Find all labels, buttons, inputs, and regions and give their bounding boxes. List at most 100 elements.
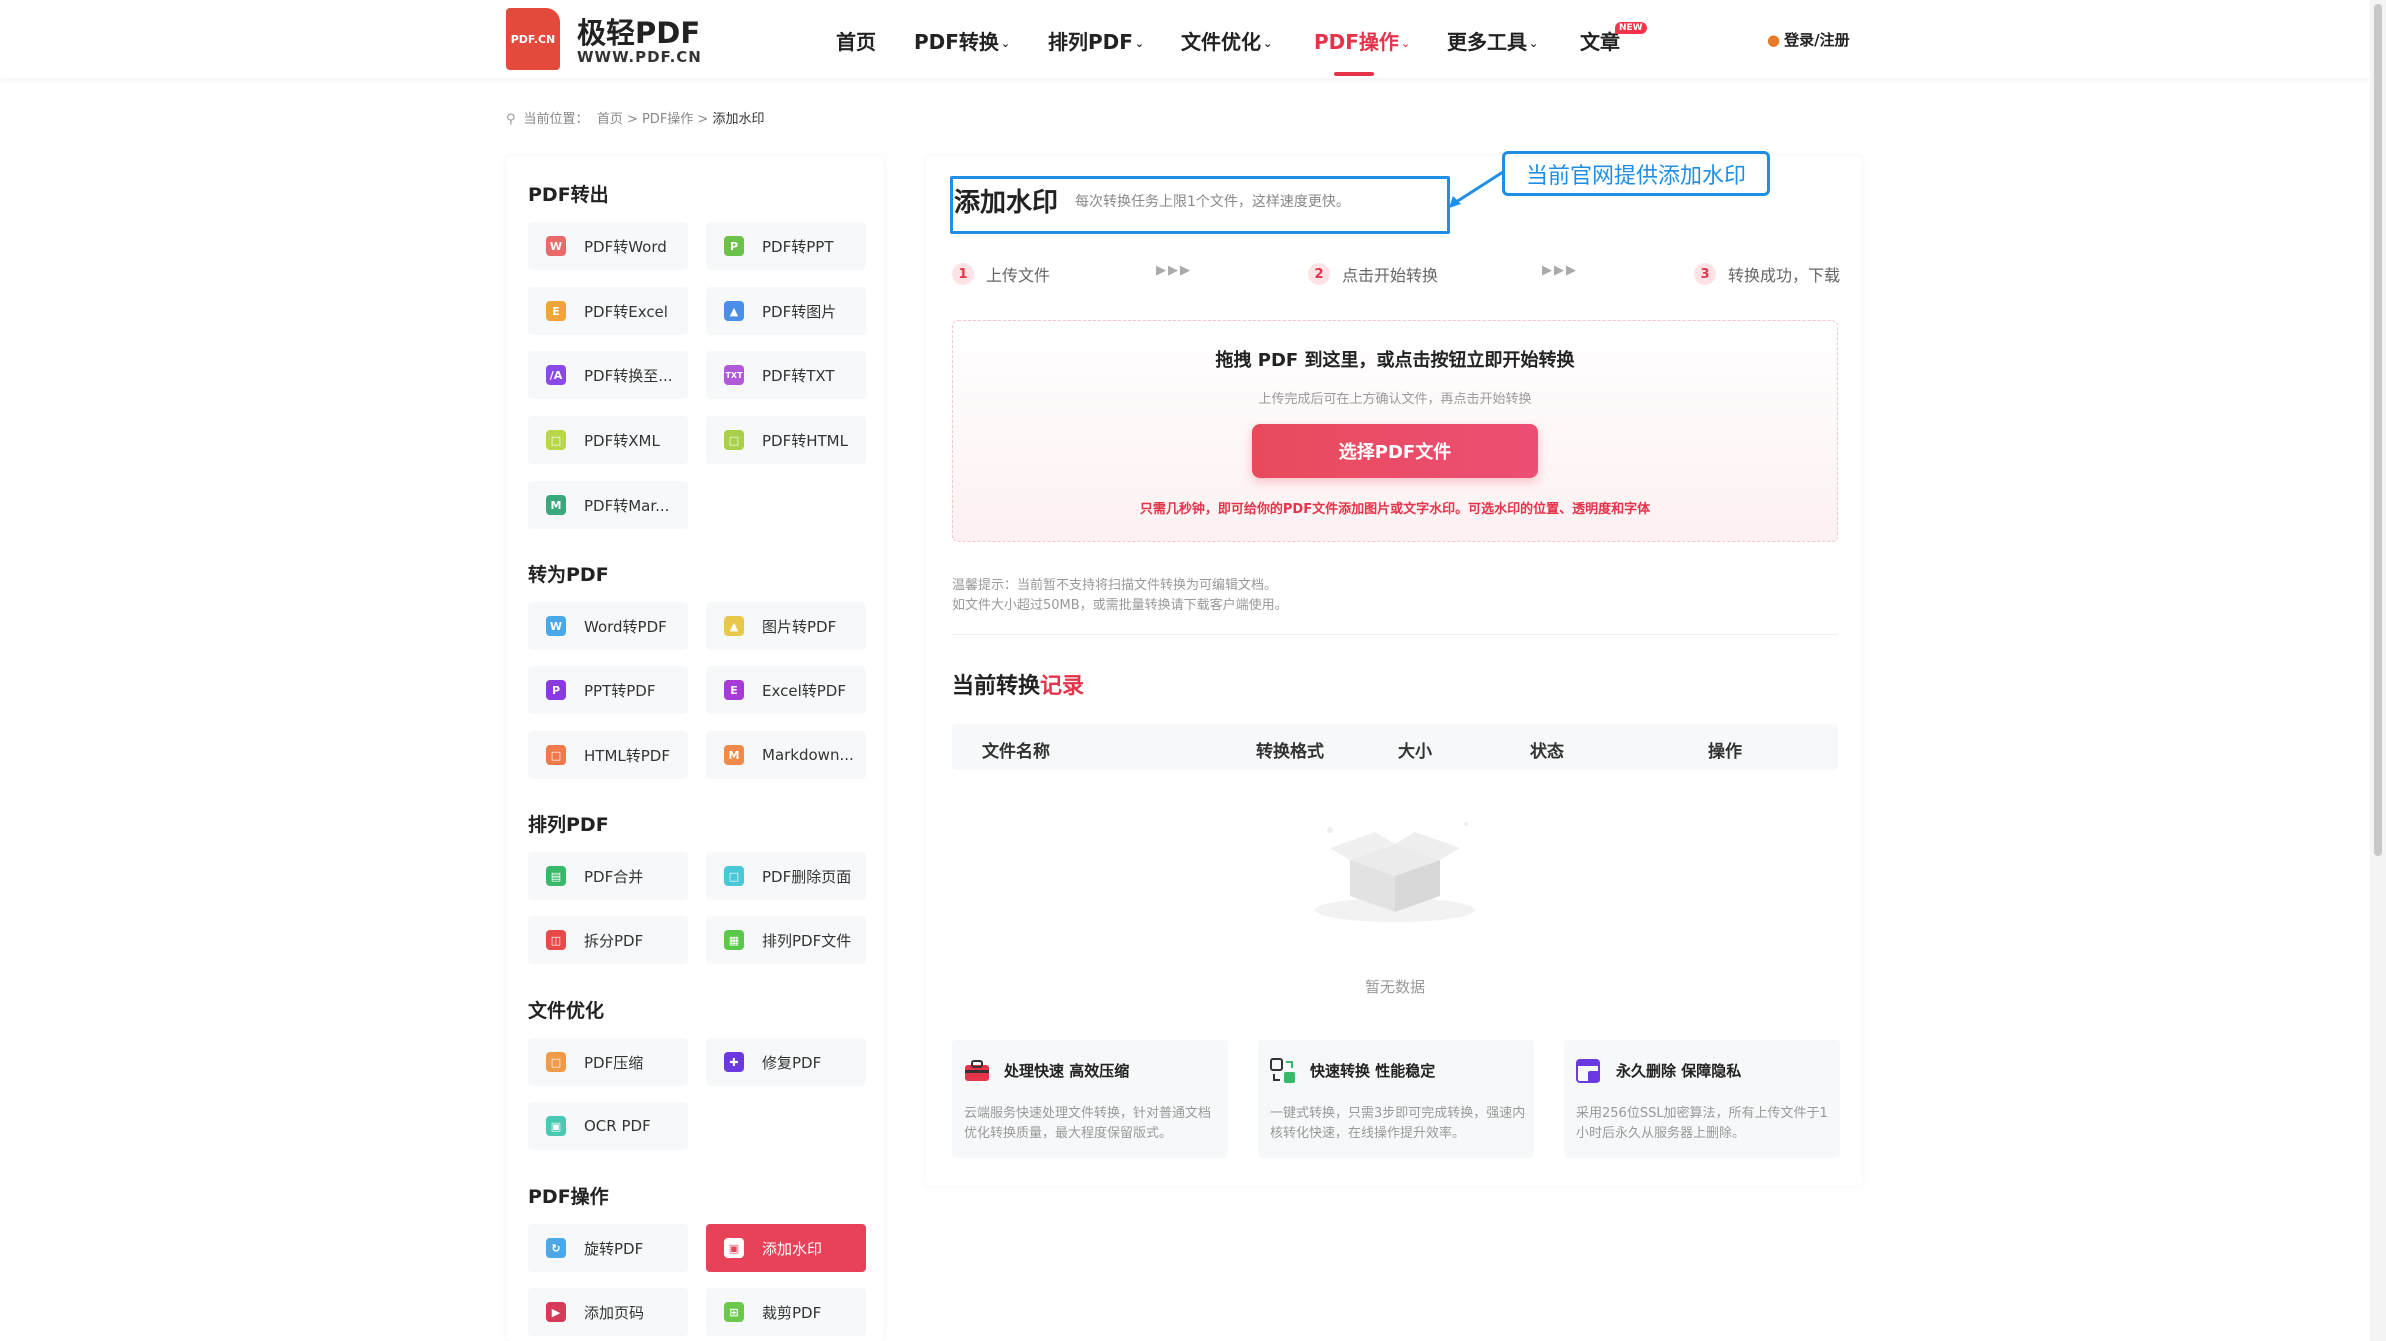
image-icon: ▲ bbox=[724, 616, 744, 636]
sidebar-item-ocr-pdf[interactable]: ▣ OCR PDF bbox=[528, 1102, 688, 1150]
dropzone-note: 只需几秒钟，即可给你的PDF文件添加图片或文字水印。可选水印的位置、透明度和字体 bbox=[1139, 502, 1651, 517]
annotation-highlight-box bbox=[950, 176, 1450, 234]
logo-title[interactable]: 极轻PDF bbox=[577, 10, 700, 52]
html-icon: □ bbox=[546, 745, 566, 765]
logo-icon[interactable]: PDF.CN bbox=[506, 8, 560, 70]
sidebar-item-label: 排列PDF文件 bbox=[762, 931, 852, 950]
excel-icon: E bbox=[546, 301, 566, 321]
nav-arrange-pdf-label: 排列PDF bbox=[1048, 30, 1133, 54]
breadcrumb: ⚲ 当前位置： 首页 > PDF操作 > 添加水印 bbox=[506, 108, 764, 127]
word-icon: W bbox=[546, 236, 566, 256]
nav-more-tools[interactable]: 更多工具 ⌄ bbox=[1447, 26, 1538, 55]
step-label: 点击开始转换 bbox=[1342, 266, 1439, 285]
sidebar-item-repair-pdf[interactable]: ✚ 修复PDF bbox=[706, 1038, 866, 1086]
sidebar-item-image-to-pdf[interactable]: ▲ 图片转PDF bbox=[706, 602, 866, 650]
sidebar-item-arrange-pdf-files[interactable]: ▦ 排列PDF文件 bbox=[706, 916, 866, 964]
nav-file-optimize-label: 文件优化 bbox=[1181, 30, 1261, 54]
sidebar-item-pdf-to-html[interactable]: □ PDF转HTML bbox=[706, 416, 866, 464]
sidebar-item-label: PDF转图片 bbox=[762, 302, 837, 321]
login-label: 登录/注册 bbox=[1784, 31, 1850, 49]
dropzone-subtitle: 上传完成后可在上方确认文件，再点击开始转换 bbox=[1258, 392, 1532, 407]
sidebar-item-label: PDF转PPT bbox=[762, 237, 834, 256]
sidebar-item-pdf-delete-pages[interactable]: □ PDF删除页面 bbox=[706, 852, 866, 900]
sidebar-item-pdf-to-pdfa[interactable]: /A PDF转换至... bbox=[528, 351, 688, 399]
scrollbar-thumb[interactable] bbox=[2374, 4, 2382, 856]
table-header bbox=[952, 724, 1838, 770]
step-download: 3 转换成功，下载 bbox=[1694, 262, 1840, 286]
logo-badge-text: PDF.CN bbox=[510, 32, 556, 46]
step-number: 2 bbox=[1308, 263, 1330, 285]
markdown-icon: M bbox=[724, 745, 744, 765]
feature-title: 永久删除 保障隐私 bbox=[1616, 1062, 1742, 1080]
column-header-format: 转换格式 bbox=[1256, 742, 1324, 762]
sidebar-item-label: PDF转TXT bbox=[762, 366, 835, 385]
step-arrows-icon: ▶▶▶ bbox=[1542, 263, 1578, 278]
user-icon: ● bbox=[1767, 31, 1781, 49]
sidebar-item-add-page-number[interactable]: ▶ 添加页码 bbox=[528, 1288, 688, 1336]
step-number: 3 bbox=[1694, 263, 1716, 285]
sidebar-item-pdf-to-image[interactable]: ▲ PDF转图片 bbox=[706, 287, 866, 335]
new-badge: NEW bbox=[1615, 22, 1647, 34]
nav-pdf-operations[interactable]: PDF操作 ⌄ bbox=[1314, 26, 1410, 55]
feature-card: 快速转换 性能稳定 一键式转换，只需3步即可完成转换，强速内核转化快速，在线操作… bbox=[1258, 1040, 1534, 1158]
logo-subtitle: WWW.PDF.CN bbox=[577, 48, 702, 66]
sidebar-item-pdf-to-xml[interactable]: □ PDF转XML bbox=[528, 416, 688, 464]
breadcrumb-path[interactable]: 首页 > PDF操作 > bbox=[597, 112, 713, 127]
tip-line: 如文件大小超过50MB，或需批量转换请下载客户端使用。 bbox=[952, 598, 1288, 613]
sidebar-item-label: 修复PDF bbox=[762, 1053, 822, 1072]
sidebar-item-label: PDF转XML bbox=[584, 431, 660, 450]
nav-file-optimize[interactable]: 文件优化 ⌄ bbox=[1181, 26, 1272, 55]
sidebar-item-html-to-pdf[interactable]: □ HTML转PDF bbox=[528, 731, 688, 779]
nav-arrange-pdf[interactable]: 排列PDF ⌄ bbox=[1048, 26, 1144, 55]
sidebar-item-pdf-to-ppt[interactable]: P PDF转PPT bbox=[706, 222, 866, 270]
feature-description: 采用256位SSL加密算法，所有上传文件于1小时后永久从服务器上删除。 bbox=[1576, 1106, 1828, 1141]
feature-description: 云端服务快速处理文件转换，针对普通文档优化转换质量，最大程度保留版式。 bbox=[964, 1106, 1212, 1141]
sidebar-section-title: PDF转出 bbox=[528, 184, 609, 206]
sidebar-item-add-watermark[interactable]: ▣ 添加水印 bbox=[706, 1224, 866, 1272]
sidebar-item-label: Word转PDF bbox=[584, 617, 667, 636]
sidebar-item-excel-to-pdf[interactable]: E Excel转PDF bbox=[706, 666, 866, 714]
sidebar-item-pdf-to-excel[interactable]: E PDF转Excel bbox=[528, 287, 688, 335]
image-icon: ▲ bbox=[724, 301, 744, 321]
breadcrumb-prefix: 当前位置： bbox=[523, 112, 589, 127]
nav-articles[interactable]: 文章 bbox=[1580, 26, 1620, 55]
nav-pdf-convert-label: PDF转换 bbox=[914, 30, 999, 54]
ppt-icon: P bbox=[546, 680, 566, 700]
page-number-icon: ▶ bbox=[546, 1302, 566, 1322]
sidebar-item-pdf-to-markdown[interactable]: M PDF转Mar... bbox=[528, 481, 688, 529]
sidebar-item-label: 拆分PDF bbox=[584, 931, 644, 950]
sidebar-item-word-to-pdf[interactable]: W Word转PDF bbox=[528, 602, 688, 650]
sidebar-item-pdf-merge[interactable]: ▤ PDF合并 bbox=[528, 852, 688, 900]
feature-title: 处理快速 高效压缩 bbox=[1004, 1062, 1130, 1080]
sidebar-item-label: PDF转Word bbox=[584, 237, 667, 256]
sidebar-item-ppt-to-pdf[interactable]: P PPT转PDF bbox=[528, 666, 688, 714]
compress-icon: □ bbox=[546, 1052, 566, 1072]
record-title-highlight: 记录 bbox=[1040, 674, 1085, 699]
txt-icon: TXT bbox=[724, 365, 744, 385]
nav-more-tools-label: 更多工具 bbox=[1447, 30, 1527, 54]
record-title-main: 当前转换 bbox=[952, 674, 1041, 699]
sidebar-item-crop-pdf[interactable]: ⊞ 裁剪PDF bbox=[706, 1288, 866, 1336]
step-arrows-icon: ▶▶▶ bbox=[1156, 263, 1192, 278]
login-register-link[interactable]: ● 登录/注册 bbox=[1767, 29, 1850, 50]
sidebar-item-label: 旋转PDF bbox=[584, 1239, 644, 1258]
chevron-down-icon: ⌄ bbox=[1529, 37, 1539, 50]
sidebar-item-pdf-to-txt[interactable]: TXT PDF转TXT bbox=[706, 351, 866, 399]
ocr-icon: ▣ bbox=[546, 1116, 566, 1136]
step-label: 上传文件 bbox=[986, 266, 1051, 285]
sidebar-item-pdf-compress[interactable]: □ PDF压缩 bbox=[528, 1038, 688, 1086]
select-pdf-button[interactable]: 选择PDF文件 bbox=[1252, 424, 1538, 478]
nav-pdf-convert[interactable]: PDF转换 ⌄ bbox=[914, 26, 1010, 55]
sidebar-item-markdown-to-pdf[interactable]: M Markdown... bbox=[706, 731, 866, 779]
sidebar-item-rotate-pdf[interactable]: ↻ 旋转PDF bbox=[528, 1224, 688, 1272]
nav-active-underline bbox=[1334, 72, 1374, 76]
top-header: PDF.CN 极轻PDF WWW.PDF.CN 首页 PDF转换 ⌄ 排列PDF ⌄… bbox=[0, 0, 2370, 78]
sidebar-item-split-pdf[interactable]: ◫ 拆分PDF bbox=[528, 916, 688, 964]
sidebar-item-pdf-to-word[interactable]: W PDF转Word bbox=[528, 222, 688, 270]
chevron-down-icon: ⌄ bbox=[1263, 37, 1273, 50]
sidebar-item-label: Excel转PDF bbox=[762, 681, 846, 700]
column-header-filename: 文件名称 bbox=[982, 742, 1050, 762]
sidebar-item-label: PDF转Excel bbox=[584, 302, 668, 321]
column-header-actions: 操作 bbox=[1708, 742, 1742, 762]
nav-home[interactable]: 首页 bbox=[836, 26, 876, 55]
